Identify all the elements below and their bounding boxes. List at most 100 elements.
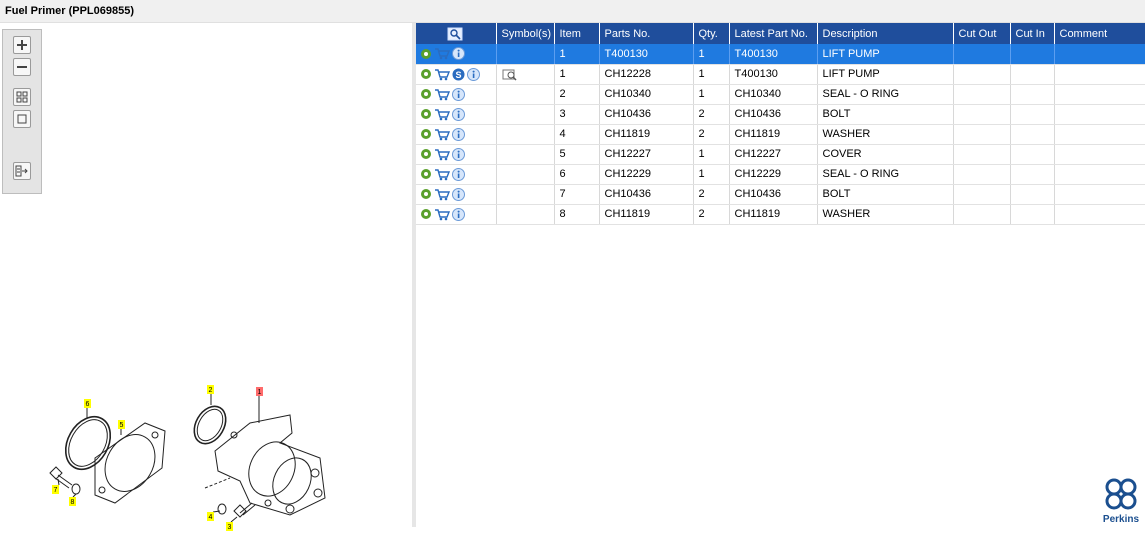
- description-cell[interactable]: SEAL - O RING: [817, 164, 953, 184]
- symbols-cell[interactable]: [496, 144, 554, 164]
- description-cell[interactable]: WASHER: [817, 124, 953, 144]
- cut-out-cell[interactable]: [953, 84, 1010, 104]
- table-row[interactable]: 4CH118192CH11819WASHER: [416, 124, 1145, 144]
- comment-cell[interactable]: [1054, 104, 1145, 124]
- qty-cell[interactable]: 1: [693, 144, 729, 164]
- cart-icon[interactable]: [434, 128, 450, 141]
- cart-icon[interactable]: [434, 68, 450, 81]
- callout-6[interactable]: 6: [86, 401, 90, 408]
- table-row[interactable]: 5CH122271CH12227COVER: [416, 144, 1145, 164]
- item-cell[interactable]: 6: [554, 164, 599, 184]
- callout-8[interactable]: 8: [71, 499, 75, 506]
- column-header-item[interactable]: Item: [554, 23, 599, 44]
- comment-cell[interactable]: [1054, 204, 1145, 224]
- description-cell[interactable]: WASHER: [817, 204, 953, 224]
- info-icon[interactable]: [467, 68, 480, 81]
- cart-icon[interactable]: [434, 108, 450, 121]
- row-actions-cell[interactable]: [416, 44, 496, 64]
- qty-cell[interactable]: 2: [693, 104, 729, 124]
- symbols-cell[interactable]: [496, 184, 554, 204]
- parts-no-cell[interactable]: CH10340: [599, 84, 693, 104]
- info-icon[interactable]: [452, 148, 465, 161]
- qty-cell[interactable]: 1: [693, 44, 729, 64]
- cut-in-cell[interactable]: [1010, 64, 1054, 84]
- row-actions-cell[interactable]: [416, 164, 496, 184]
- qty-cell[interactable]: 1: [693, 164, 729, 184]
- column-header-cut-in[interactable]: Cut In: [1010, 23, 1054, 44]
- latest-part-no-cell[interactable]: CH11819: [729, 124, 817, 144]
- parts-no-cell[interactable]: CH12227: [599, 144, 693, 164]
- item-cell[interactable]: 5: [554, 144, 599, 164]
- item-cell[interactable]: 7: [554, 184, 599, 204]
- comment-cell[interactable]: [1054, 164, 1145, 184]
- symbols-cell[interactable]: [496, 44, 554, 64]
- parts-no-cell[interactable]: CH10436: [599, 104, 693, 124]
- qty-cell[interactable]: 2: [693, 184, 729, 204]
- cut-out-cell[interactable]: [953, 44, 1010, 64]
- qty-cell[interactable]: 1: [693, 84, 729, 104]
- column-header-qty[interactable]: Qty.: [693, 23, 729, 44]
- cut-in-cell[interactable]: [1010, 104, 1054, 124]
- gear-icon[interactable]: [420, 48, 432, 60]
- comment-cell[interactable]: [1054, 44, 1145, 64]
- column-header-actions[interactable]: [416, 23, 496, 44]
- gear-icon[interactable]: [420, 188, 432, 200]
- description-cell[interactable]: LIFT PUMP: [817, 64, 953, 84]
- info-icon[interactable]: [452, 128, 465, 141]
- cut-in-cell[interactable]: [1010, 44, 1054, 64]
- cut-in-cell[interactable]: [1010, 124, 1054, 144]
- latest-part-no-cell[interactable]: T400130: [729, 44, 817, 64]
- comment-cell[interactable]: [1054, 184, 1145, 204]
- latest-part-no-cell[interactable]: CH12227: [729, 144, 817, 164]
- item-cell[interactable]: 1: [554, 64, 599, 84]
- qty-cell[interactable]: 2: [693, 204, 729, 224]
- callout-1[interactable]: 1: [258, 389, 262, 396]
- column-header-cut-out[interactable]: Cut Out: [953, 23, 1010, 44]
- cut-out-cell[interactable]: [953, 204, 1010, 224]
- cut-out-cell[interactable]: [953, 104, 1010, 124]
- item-cell[interactable]: 3: [554, 104, 599, 124]
- latest-part-no-cell[interactable]: CH10436: [729, 104, 817, 124]
- callout-3[interactable]: 3: [228, 524, 232, 531]
- row-actions-cell[interactable]: [416, 84, 496, 104]
- description-cell[interactable]: LIFT PUMP: [817, 44, 953, 64]
- item-cell[interactable]: 2: [554, 84, 599, 104]
- cart-icon[interactable]: [434, 208, 450, 221]
- parts-no-cell[interactable]: CH12228: [599, 64, 693, 84]
- item-cell[interactable]: 1: [554, 44, 599, 64]
- table-row[interactable]: 6CH122291CH12229SEAL - O RING: [416, 164, 1145, 184]
- latest-part-no-cell[interactable]: T400130: [729, 64, 817, 84]
- cut-in-cell[interactable]: [1010, 164, 1054, 184]
- item-cell[interactable]: 8: [554, 204, 599, 224]
- cart-icon[interactable]: [434, 88, 450, 101]
- callout-7[interactable]: 7: [54, 487, 58, 494]
- gear-icon[interactable]: [420, 168, 432, 180]
- parts-no-cell[interactable]: CH10436: [599, 184, 693, 204]
- description-cell[interactable]: COVER: [817, 144, 953, 164]
- latest-part-no-cell[interactable]: CH10436: [729, 184, 817, 204]
- symbols-cell[interactable]: [496, 164, 554, 184]
- description-cell[interactable]: SEAL - O RING: [817, 84, 953, 104]
- symbols-cell[interactable]: [496, 204, 554, 224]
- exploded-parts-diagram[interactable]: 1 2 3 4 5 6 7 8: [40, 363, 340, 538]
- description-cell[interactable]: BOLT: [817, 104, 953, 124]
- info-icon[interactable]: [452, 47, 465, 60]
- callout-5[interactable]: 5: [120, 422, 124, 429]
- cut-out-cell[interactable]: [953, 184, 1010, 204]
- symbols-cell[interactable]: [496, 104, 554, 124]
- comment-cell[interactable]: [1054, 144, 1145, 164]
- table-row[interactable]: 7CH104362CH10436BOLT: [416, 184, 1145, 204]
- column-header-symbols[interactable]: Symbol(s): [496, 23, 554, 44]
- gear-icon[interactable]: [420, 148, 432, 160]
- latest-part-no-cell[interactable]: CH12229: [729, 164, 817, 184]
- table-row[interactable]: S1CH122281T400130LIFT PUMP: [416, 64, 1145, 84]
- cart-icon[interactable]: [434, 188, 450, 201]
- callout-2[interactable]: 2: [209, 387, 213, 394]
- parts-no-cell[interactable]: CH11819: [599, 124, 693, 144]
- gear-icon[interactable]: [420, 208, 432, 220]
- cut-in-cell[interactable]: [1010, 204, 1054, 224]
- symbols-cell[interactable]: [496, 64, 554, 84]
- cut-out-cell[interactable]: [953, 64, 1010, 84]
- info-icon[interactable]: [452, 188, 465, 201]
- cut-out-cell[interactable]: [953, 164, 1010, 184]
